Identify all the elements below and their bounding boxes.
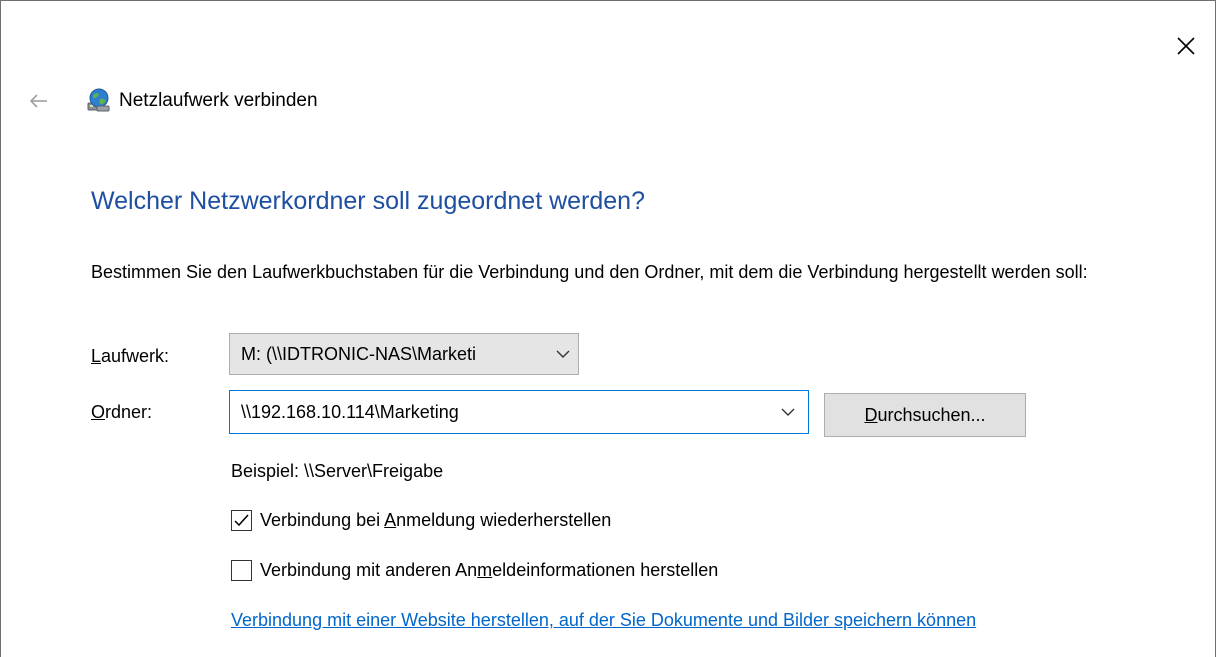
- drive-label: Laufwerk:: [91, 344, 169, 368]
- other-credentials-label: Verbindung mit anderen Anmeldeinformatio…: [260, 558, 718, 582]
- folder-input[interactable]: [230, 390, 768, 434]
- other-credentials-checkbox-row[interactable]: Verbindung mit anderen Anmeldeinformatio…: [231, 558, 718, 582]
- close-button[interactable]: [1169, 29, 1203, 63]
- website-connect-link[interactable]: Verbindung mit einer Website herstellen,…: [231, 607, 1151, 634]
- folder-label-text: rdner:: [105, 402, 153, 422]
- drive-letter-select[interactable]: M: (\\IDTRONIC-NAS\Marketi: [229, 333, 579, 375]
- reconnect-label-post: nmeldung wiederherstellen: [396, 510, 612, 530]
- window-title: Netzlaufwerk verbinden: [119, 90, 318, 111]
- drive-letter-value: M: (\\IDTRONIC-NAS\Marketi: [241, 343, 477, 364]
- folder-label: Ordner:: [91, 400, 152, 424]
- folder-combobox[interactable]: [229, 390, 809, 434]
- folder-label-access-key: O: [91, 402, 106, 422]
- back-button[interactable]: [25, 87, 53, 115]
- reconnect-checkbox-row[interactable]: Verbindung bei Anmeldung wiederherstelle…: [231, 508, 611, 532]
- chevron-down-icon: [548, 334, 578, 374]
- map-network-drive-dialog: Netzlaufwerk verbinden Welcher Netzwerko…: [0, 0, 1216, 657]
- browse-label: urchsuchen...: [877, 404, 986, 425]
- page-heading: Welcher Netzwerkordner soll zugeordnet w…: [91, 187, 645, 215]
- description-text: Bestimmen Sie den Laufwerkbuchstaben für…: [91, 262, 1088, 282]
- browse-access-key: D: [864, 404, 878, 425]
- example-text: Beispiel: \\Server\Freigabe: [231, 461, 444, 481]
- checkmark-icon: [234, 513, 249, 526]
- network-drive-icon: [87, 88, 110, 112]
- back-arrow-icon: [29, 94, 47, 108]
- drive-label-access-key: L: [91, 346, 102, 366]
- reconnect-access-key: A: [384, 510, 397, 530]
- other-credentials-label-post: eldeinformationen herstellen: [492, 560, 719, 580]
- other-credentials-checkbox[interactable]: [231, 559, 252, 581]
- reconnect-label: Verbindung bei Anmeldung wiederherstelle…: [260, 508, 611, 532]
- close-icon: [1177, 37, 1195, 55]
- reconnect-label-pre: Verbindung bei: [260, 510, 385, 530]
- reconnect-checkbox[interactable]: [231, 509, 252, 531]
- other-credentials-access-key: m: [477, 560, 493, 580]
- browse-button[interactable]: Durchsuchen...: [824, 393, 1026, 437]
- drive-label-text: aufwerk:: [101, 346, 170, 366]
- folder-dropdown-button[interactable]: [768, 391, 808, 433]
- other-credentials-label-pre: Verbindung mit anderen An: [260, 560, 478, 580]
- chevron-down-icon: [781, 408, 795, 416]
